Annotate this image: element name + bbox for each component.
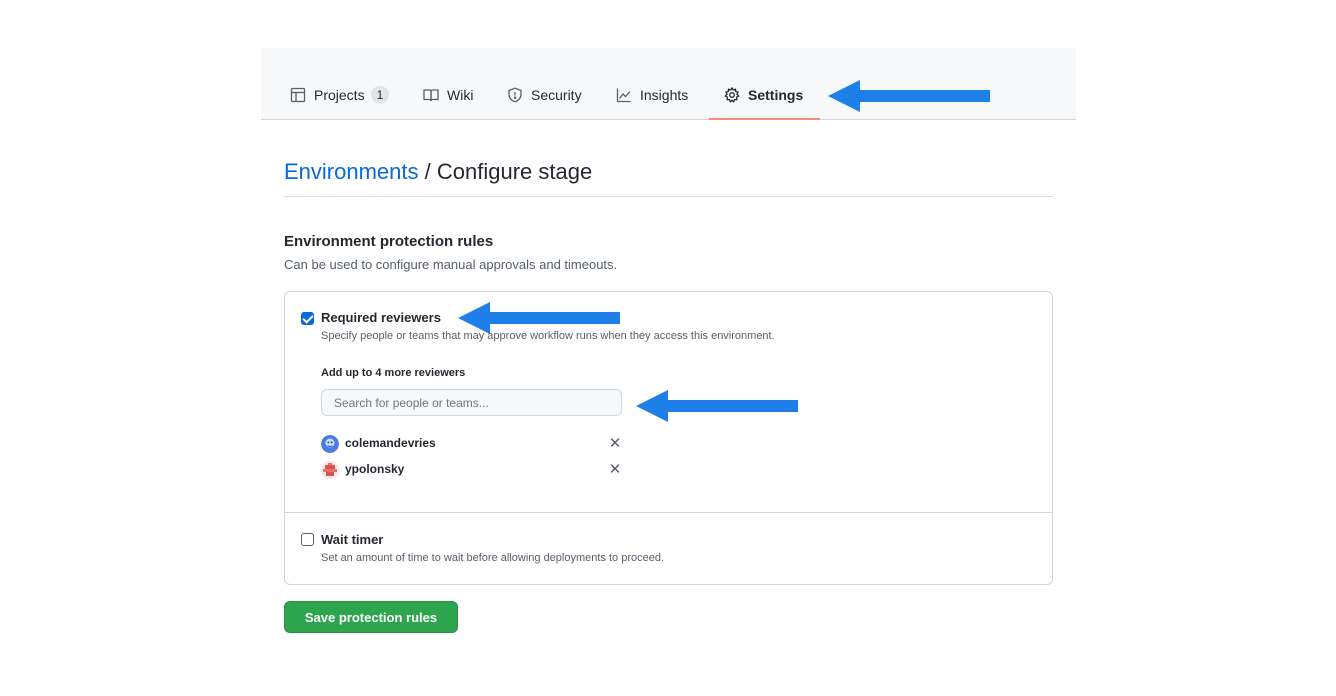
graph-icon — [616, 88, 631, 103]
tab-projects[interactable]: Projects 1 — [290, 84, 390, 106]
save-protection-rules-button[interactable]: Save protection rules — [284, 601, 458, 633]
projects-count-badge: 1 — [370, 86, 390, 104]
annotation-arrow-settings — [828, 80, 990, 112]
reviewer-search-input[interactable] — [321, 389, 622, 416]
required-reviewers-checkbox[interactable] — [301, 312, 314, 325]
wait-timer-checkbox[interactable] — [301, 533, 314, 546]
protection-rules-box: Required reviewers Specify people or tea… — [284, 291, 1053, 585]
tab-security[interactable]: Security — [507, 84, 582, 106]
table-icon — [290, 87, 306, 103]
book-icon — [423, 89, 439, 102]
page-title: Environments / Configure stage — [284, 158, 592, 186]
required-reviewers-description: Specify people or teams that may approve… — [321, 330, 775, 342]
tab-wiki-label: Wiki — [447, 87, 474, 103]
tab-insights-label: Insights — [640, 87, 689, 103]
reviewer-name: ypolonsky — [345, 462, 405, 476]
required-reviewers-label[interactable]: Required reviewers — [321, 310, 441, 325]
add-reviewers-label: Add up to 4 more reviewers — [321, 367, 466, 379]
remove-reviewer-close-icon[interactable]: ✕ — [607, 435, 623, 453]
tab-settings-label: Settings — [748, 87, 804, 103]
shield-icon — [508, 87, 522, 103]
avatar — [321, 461, 339, 479]
tab-wiki[interactable]: Wiki — [423, 84, 473, 106]
breadcrumb-current: Configure stage — [436, 159, 593, 184]
protection-rules-subtitle: Can be used to configure manual approval… — [284, 257, 618, 272]
avatar — [321, 435, 339, 453]
wait-timer-label[interactable]: Wait timer — [321, 532, 383, 547]
tab-settings[interactable]: Settings — [724, 84, 803, 106]
reviewer-name: colemandevries — [345, 436, 436, 450]
wait-timer-description: Set an amount of time to wait before all… — [321, 552, 665, 564]
gear-icon — [724, 87, 740, 103]
tab-projects-label: Projects — [314, 87, 365, 103]
breadcrumb-environments-link[interactable]: Environments — [284, 159, 419, 184]
tab-security-label: Security — [531, 87, 582, 103]
title-divider — [284, 196, 1053, 197]
reviewer-item: colemandevries ✕ — [321, 434, 621, 454]
remove-reviewer-close-icon[interactable]: ✕ — [607, 461, 623, 479]
reviewer-item: ypolonsky ✕ — [321, 460, 621, 480]
tab-insights[interactable]: Insights — [616, 84, 688, 106]
rules-divider — [285, 512, 1052, 513]
breadcrumb-separator: / — [418, 159, 437, 184]
active-tab-underline — [709, 118, 820, 120]
protection-rules-title: Environment protection rules — [284, 233, 494, 250]
